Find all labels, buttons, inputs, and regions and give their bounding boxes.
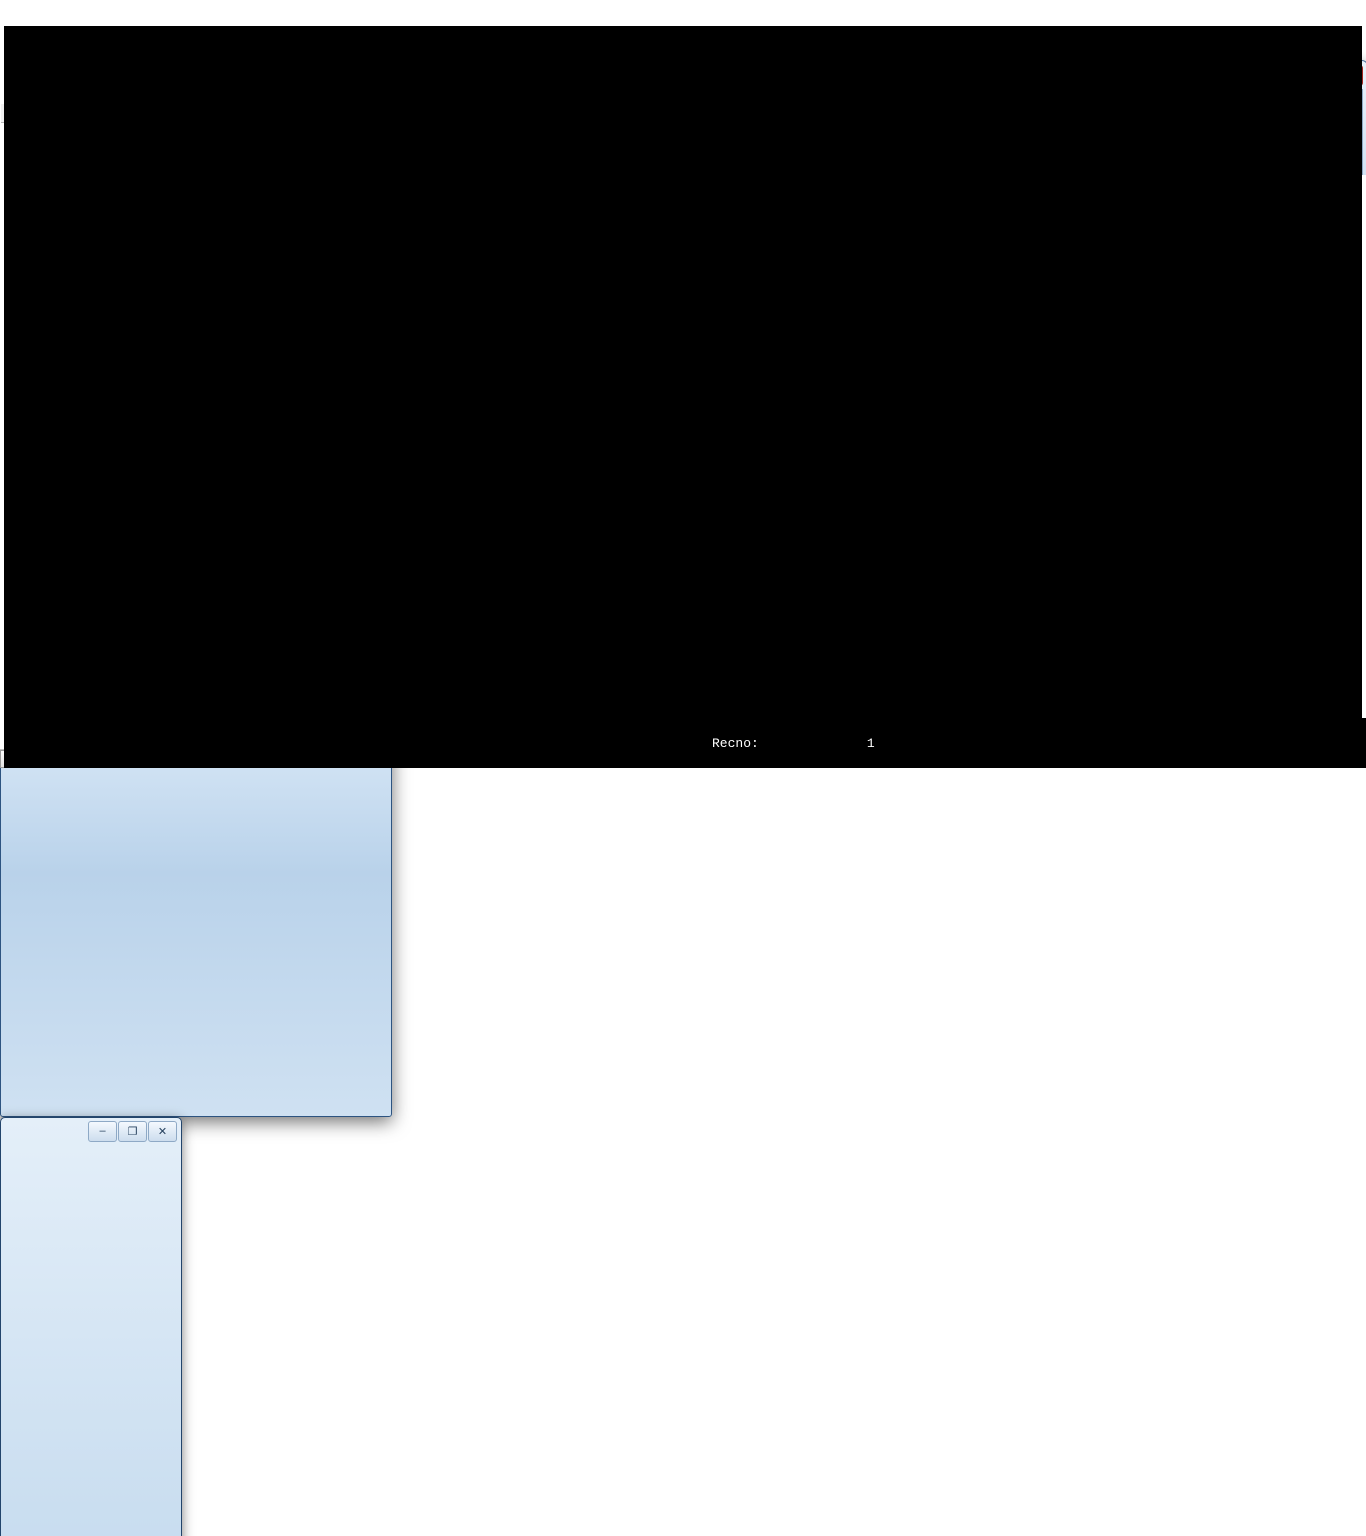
close-button[interactable]: ✕: [148, 1121, 177, 1142]
recno-value: 1: [867, 736, 875, 751]
console-window-controls[interactable]: – ❐ ✕: [88, 1121, 177, 1142]
xbase-error-dialog[interactable]: Xbase++ Error Message ✕ ✕ Error BASE/226…: [0, 710, 392, 1117]
minimize-button[interactable]: –: [88, 1121, 117, 1142]
restore-button[interactable]: ❐: [118, 1121, 147, 1142]
console-titlebar[interactable]: – ❐ ✕: [1, 1118, 181, 1144]
console-screen: [4, 26, 1362, 768]
recno-status-strip: Recno: 1: [700, 718, 1366, 768]
recno-label: Recno:: [712, 736, 759, 751]
console-window[interactable]: – ❐ ✕: [0, 1117, 182, 1536]
